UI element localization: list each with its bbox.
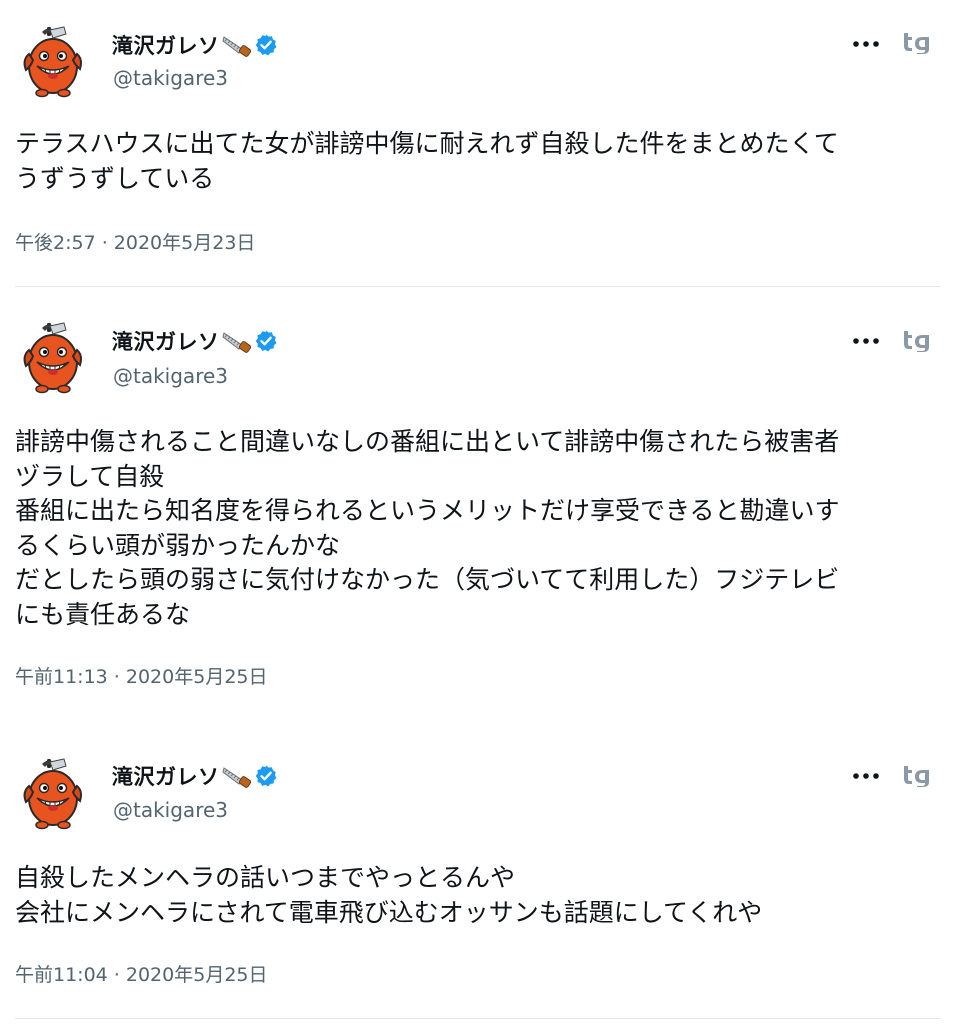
more-options-icon: [852, 337, 880, 345]
tg-logo-icon: [902, 30, 934, 54]
display-name[interactable]: 滝沢ガレソ: [112, 30, 220, 60]
verified-badge-icon: [254, 764, 278, 788]
author-name-row[interactable]: 滝沢ガレソ: [112, 326, 278, 356]
tg-logo-icon: [902, 763, 934, 787]
display-name[interactable]: 滝沢ガレソ: [112, 761, 220, 791]
avatar[interactable]: [20, 322, 84, 394]
avatar[interactable]: [20, 758, 84, 830]
more-options-button[interactable]: [848, 330, 884, 352]
user-handle[interactable]: @takigare3: [113, 798, 228, 822]
saw-emoji-icon: [222, 329, 252, 353]
author-name-row[interactable]: 滝沢ガレソ: [112, 761, 278, 791]
user-handle[interactable]: @takigare3: [113, 364, 228, 388]
verified-badge-icon: [254, 329, 278, 353]
author-name-row[interactable]: 滝沢ガレソ: [112, 30, 278, 60]
saw-emoji-icon: [222, 33, 252, 57]
user-handle[interactable]: @takigare3: [113, 66, 228, 90]
tweet-text: 自殺したメンヘラの話いつまでやっとるんや 会社にメンヘラにされて電車飛び込むオッ…: [15, 863, 763, 927]
tg-logo-icon: [902, 328, 934, 352]
avatar[interactable]: [20, 26, 84, 98]
saw-emoji-icon: [222, 764, 252, 788]
more-options-icon: [852, 772, 880, 780]
tweet-text: 誹謗中傷されること間違いなしの番組に出といて誹謗中傷されたら被害者 ヅラして自殺…: [15, 427, 840, 629]
tweet-timestamp[interactable]: 午前11:13 · 2020年5月25日: [15, 662, 268, 689]
more-options-button[interactable]: [848, 765, 884, 787]
verified-badge-icon: [254, 33, 278, 57]
divider: [15, 286, 940, 287]
tweet-text: テラスハウスに出てた女が誹謗中傷に耐えれず自殺した件をまとめたくて うずうずして…: [15, 129, 839, 193]
more-options-button[interactable]: [848, 33, 884, 55]
display-name[interactable]: 滝沢ガレソ: [112, 326, 220, 356]
tweet-timestamp[interactable]: 午後2:57 · 2020年5月23日: [15, 228, 255, 255]
more-options-icon: [852, 40, 880, 48]
divider: [15, 1018, 940, 1019]
tweet-timestamp[interactable]: 午前11:04 · 2020年5月25日: [15, 960, 268, 987]
